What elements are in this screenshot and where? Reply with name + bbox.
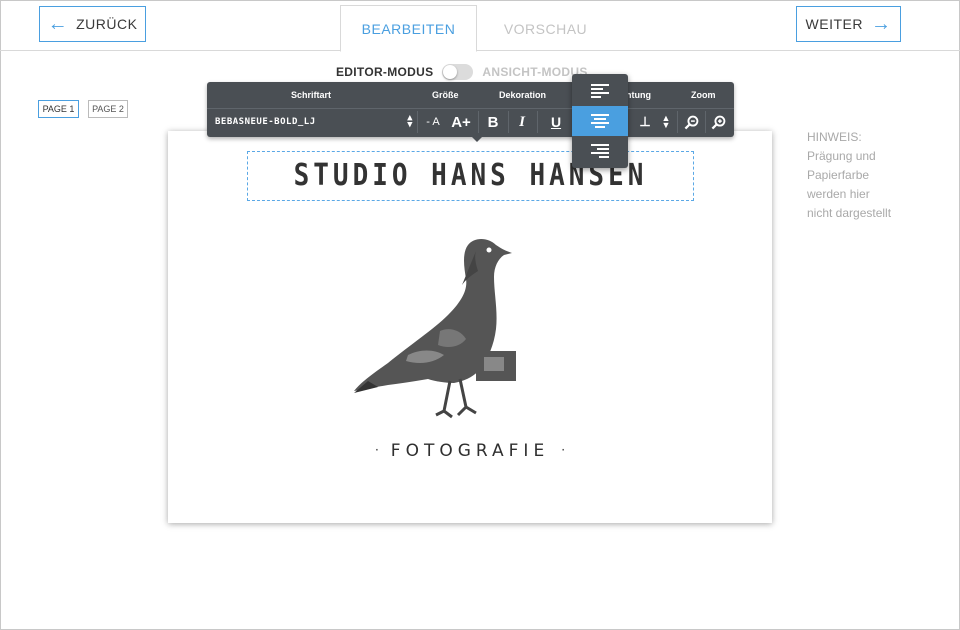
size-increase-button[interactable]: A+ — [447, 110, 475, 134]
page-1-button[interactable]: PAGE 1 — [38, 100, 79, 118]
valign-bottom-icon[interactable]: ⊥ — [635, 110, 655, 134]
tab-preview-label: VORSCHAU — [503, 20, 588, 37]
divider — [417, 111, 418, 133]
underline-button[interactable]: U — [545, 110, 567, 134]
underline-label: U — [550, 114, 562, 130]
design-canvas[interactable]: STUDIO HANS HANSEN · FOTOGRAFIE · — [168, 131, 772, 523]
font-select-value: BEBASNEUE-BOLD_LJ — [215, 117, 316, 127]
top-bar: ← ZURÜCK BEARBEITEN VORSCHAU WEITER → — [0, 0, 960, 52]
alignment-dropdown — [572, 74, 628, 168]
hint-line: werden hier — [807, 187, 870, 201]
size-header: Größe — [432, 90, 459, 100]
tab-preview[interactable]: VORSCHAU — [477, 5, 614, 52]
updown-chevron-icon: ▲ ▼ — [407, 113, 413, 130]
toolbar-caret — [471, 136, 483, 142]
divider — [508, 111, 509, 133]
fotografie-text[interactable]: · FOTOGRAFIE · — [168, 441, 772, 461]
editor-mode-label: EDITOR-MODUS — [336, 65, 434, 79]
align-left-icon — [591, 84, 609, 98]
font-select[interactable]: BEBASNEUE-BOLD_LJ ▲ ▼ — [215, 110, 413, 134]
size-decrease-button[interactable]: - A — [421, 110, 445, 134]
tab-edit-label: BEARBEITEN — [361, 20, 456, 37]
size-decrease-label: - A — [426, 116, 440, 128]
bullet-right: · — [561, 443, 566, 457]
pigeon-illustration[interactable] — [348, 231, 548, 431]
divider — [537, 111, 538, 133]
bold-button[interactable]: B — [482, 110, 504, 134]
zoom-in-icon — [711, 115, 725, 129]
align-right-option[interactable] — [572, 136, 628, 166]
back-button-label: ZURÜCK — [76, 16, 138, 32]
page-1-label: PAGE 1 — [42, 104, 75, 114]
arrow-left-icon: ← — [47, 13, 69, 35]
hint-title: HINWEIS: — [807, 130, 862, 144]
italic-button[interactable]: I — [511, 110, 533, 134]
hint-line: nicht dargestellt — [807, 206, 892, 220]
valign-updown[interactable]: ▲ ▼ — [659, 110, 673, 134]
updown-chevron-icon: ▲ ▼ — [661, 113, 671, 130]
divider — [705, 111, 706, 133]
bold-label: B — [487, 113, 499, 131]
bullet-left: · — [374, 443, 379, 457]
zoom-in-button[interactable] — [708, 110, 728, 134]
hint-line: Papierfarbe — [807, 168, 870, 182]
align-center-icon — [591, 114, 609, 128]
align-center-option[interactable] — [572, 106, 628, 136]
divider — [677, 111, 678, 133]
hint-line: Prägung und — [807, 149, 876, 163]
hint-note: HINWEIS: Prägung und Papierfarbe werden … — [807, 128, 891, 223]
page-2-label: PAGE 2 — [92, 104, 124, 114]
alignment-header: htung — [626, 90, 651, 100]
italic-label: I — [519, 113, 525, 130]
next-button-label: WEITER — [805, 16, 863, 32]
next-button[interactable]: WEITER → — [796, 6, 901, 42]
zoom-header: Zoom — [691, 90, 716, 100]
arrow-right-icon: → — [870, 13, 892, 35]
text-format-toolbar: Schriftart Größe Dekoration htung Zoom B… — [207, 82, 734, 142]
zoom-out-icon — [684, 115, 698, 129]
divider — [478, 111, 479, 133]
toggle-knob — [443, 65, 458, 79]
page-2-button[interactable]: PAGE 2 — [88, 100, 128, 118]
font-header: Schriftart — [291, 90, 332, 100]
subtitle-label: FOTOGRAFIE — [390, 441, 550, 461]
tab-edit[interactable]: BEARBEITEN — [340, 5, 477, 52]
size-increase-label: A+ — [451, 113, 471, 131]
toolbar-divider — [207, 108, 734, 109]
zoom-out-button[interactable] — [681, 110, 701, 134]
mode-toggle[interactable] — [442, 64, 474, 80]
decoration-header: Dekoration — [499, 90, 547, 100]
align-left-option[interactable] — [572, 76, 628, 106]
mode-switch: EDITOR-MODUS ANSICHT-MODUS — [336, 64, 588, 80]
align-right-icon — [591, 144, 609, 158]
back-button[interactable]: ← ZURÜCK — [39, 6, 146, 42]
